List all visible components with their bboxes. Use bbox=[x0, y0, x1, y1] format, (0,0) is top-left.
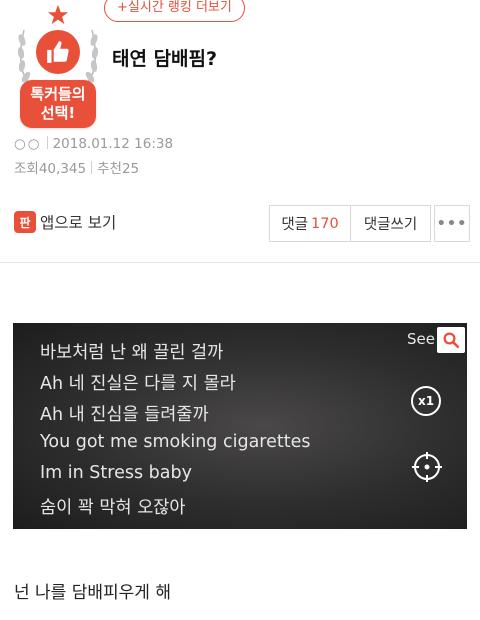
post-title: 태연 담배핌? bbox=[112, 48, 218, 70]
laurel-wreath-icon bbox=[17, 29, 31, 85]
comments-count: 170 bbox=[311, 215, 339, 232]
lyric-line-cut: · · · · · · · · bbox=[40, 323, 123, 331]
lyric-line: 바보처럼 난 왜 끌린 걸까 bbox=[40, 343, 224, 363]
badge-label-line2: 선택! bbox=[40, 104, 76, 122]
recommend-count: 25 bbox=[121, 161, 140, 177]
post-meta-stats: 조회40,345 추천25 bbox=[14, 157, 139, 177]
star-icon bbox=[47, 4, 69, 25]
app-view-label: 앱으로 보기 bbox=[40, 214, 117, 232]
search-icon[interactable] bbox=[437, 327, 465, 353]
best-pick-badge: 톡커들의 선택! bbox=[14, 4, 102, 128]
pann-app-icon: 판 bbox=[14, 211, 36, 233]
more-options-button[interactable]: ••• bbox=[434, 205, 470, 242]
lyric-line: Im in Stress baby bbox=[40, 463, 192, 483]
views-count: 40,345 bbox=[38, 161, 87, 177]
comments-label: 댓글 bbox=[281, 217, 308, 233]
lyric-line: Ah 내 진심을 들려줄까 bbox=[40, 405, 209, 425]
comments-button[interactable]: 댓글 170 bbox=[269, 205, 351, 242]
laurel-wreath-icon bbox=[85, 29, 99, 85]
realtime-ranking-link[interactable]: +실시간 랭킹 더보기 bbox=[104, 0, 245, 22]
lyric-line: Ah 네 진실은 다를 지 몰라 bbox=[40, 374, 236, 394]
badge-label: 톡커들의 선택! bbox=[20, 80, 96, 128]
thumbs-up-icon bbox=[36, 30, 80, 74]
post-body-text: 넌 나를 담배피우게 해 bbox=[14, 583, 171, 603]
views-label: 조회 bbox=[14, 161, 39, 177]
embedded-video[interactable]: · · · · · · · · 바보처럼 난 왜 끌린 걸까 Ah 네 진실은 … bbox=[13, 323, 467, 529]
lyric-line-cut: · · · · · · bbox=[40, 523, 101, 529]
lyric-line: You got me smoking cigarettes bbox=[40, 432, 311, 452]
app-view-button[interactable]: 판 앱으로 보기 bbox=[14, 211, 116, 233]
playback-speed-button[interactable]: x1 bbox=[411, 386, 441, 416]
post-author[interactable]: ○○ bbox=[14, 136, 42, 152]
lyric-line: 숨이 꽉 막혀 오잖아 bbox=[40, 498, 186, 518]
post-actions: 댓글 170 댓글쓰기 ••• bbox=[269, 205, 470, 242]
recommend-label: 추천 bbox=[97, 161, 122, 177]
post-datetime: 2018.01.12 16:38 bbox=[52, 136, 174, 152]
see-label: See bbox=[407, 330, 435, 348]
section-divider bbox=[0, 262, 480, 263]
write-comment-button[interactable]: 댓글쓰기 bbox=[351, 205, 431, 242]
meta-divider bbox=[91, 161, 93, 174]
badge-label-line1: 톡커들의 bbox=[30, 85, 86, 103]
meta-divider bbox=[46, 136, 48, 149]
crosshair-icon[interactable] bbox=[411, 451, 443, 483]
post-meta-author-date: ○○ 2018.01.12 16:38 bbox=[14, 136, 173, 152]
